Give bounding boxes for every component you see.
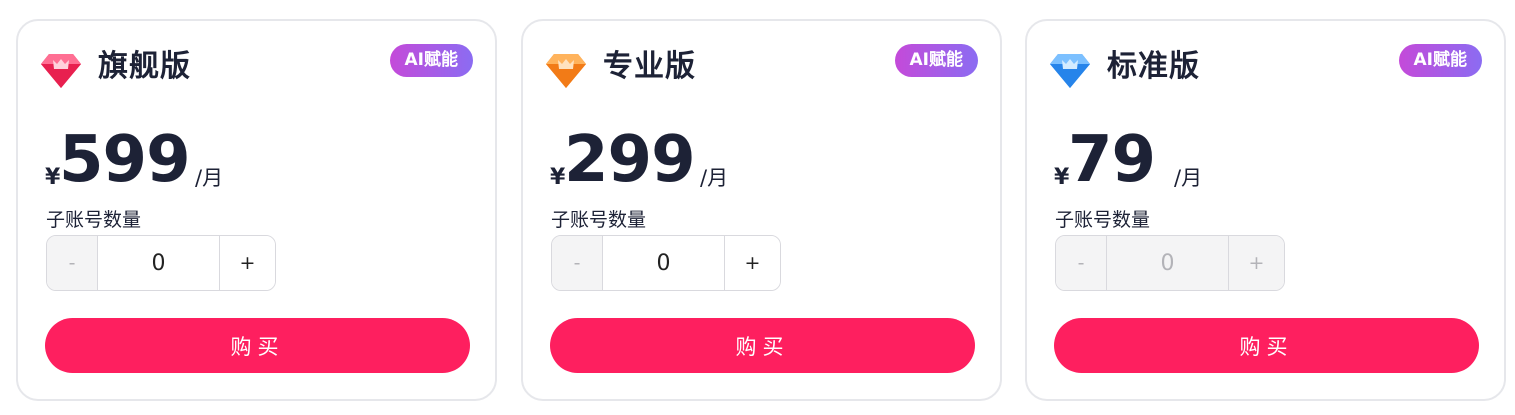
- increment-button[interactable]: +: [219, 236, 275, 290]
- increment-button[interactable]: +: [1228, 236, 1284, 290]
- plan-card-professional: 专业版 AI赋能 ¥ 299 /月 子账号数量 - 0 + 购买: [521, 19, 1002, 401]
- sub-account-label: 子账号数量: [551, 209, 647, 231]
- sub-account-stepper: - 0 +: [1055, 235, 1285, 291]
- increment-button[interactable]: +: [724, 236, 780, 290]
- price-period: /月: [700, 166, 729, 190]
- decrement-button[interactable]: -: [1056, 236, 1107, 290]
- quantity-input[interactable]: 0: [603, 236, 724, 290]
- sub-account-stepper: - 0 +: [46, 235, 276, 291]
- sub-account-label: 子账号数量: [46, 209, 142, 231]
- ruby-gem-icon: [41, 54, 81, 88]
- blue-gem-icon: [1050, 54, 1090, 88]
- quantity-input[interactable]: 0: [98, 236, 219, 290]
- plan-name: 标准版: [1107, 49, 1200, 84]
- plan-card-flagship: 旗舰版 AI赋能 ¥ 599 /月 子账号数量 - 0 + 购买: [16, 19, 497, 401]
- sub-account-stepper: - 0 +: [551, 235, 781, 291]
- price-amount: 79: [1068, 123, 1156, 197]
- pricing-plans: 旗舰版 AI赋能 ¥ 599 /月 子账号数量 - 0 + 购买 专业版 AI赋…: [0, 0, 1515, 415]
- price-amount: 599: [59, 123, 191, 197]
- sub-account-label: 子账号数量: [1055, 209, 1151, 231]
- price-period: /月: [1174, 166, 1203, 190]
- plan-card-standard: 标准版 AI赋能 ¥ 79 /月 子账号数量 - 0 + 购买: [1025, 19, 1506, 401]
- decrement-button[interactable]: -: [552, 236, 603, 290]
- orange-gem-icon: [546, 54, 586, 88]
- price-amount: 299: [564, 123, 696, 197]
- plan-name: 旗舰版: [98, 49, 191, 84]
- plan-name: 专业版: [603, 49, 696, 84]
- decrement-button[interactable]: -: [47, 236, 98, 290]
- buy-button[interactable]: 购买: [45, 318, 470, 373]
- buy-button[interactable]: 购买: [550, 318, 975, 373]
- ai-badge: AI赋能: [389, 44, 473, 77]
- buy-button[interactable]: 购买: [1054, 318, 1479, 373]
- quantity-input[interactable]: 0: [1107, 236, 1228, 290]
- ai-badge: AI赋能: [894, 44, 978, 77]
- ai-badge: AI赋能: [1398, 44, 1482, 77]
- price-period: /月: [195, 166, 224, 190]
